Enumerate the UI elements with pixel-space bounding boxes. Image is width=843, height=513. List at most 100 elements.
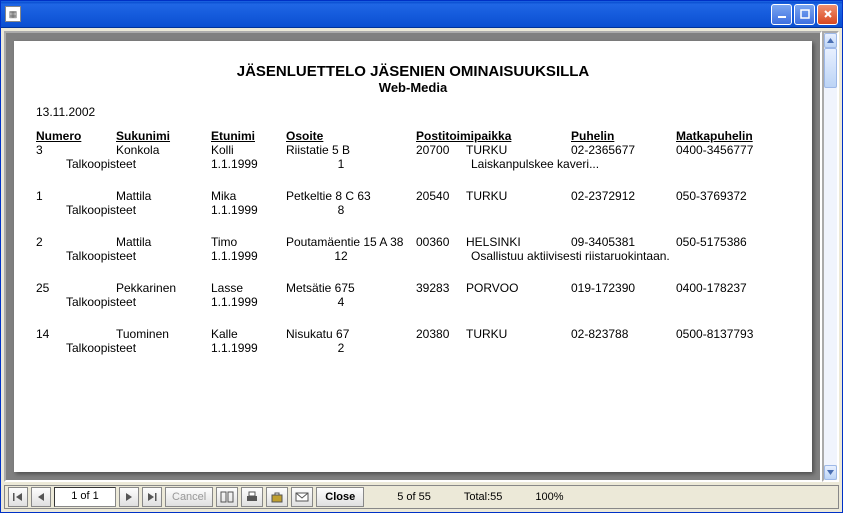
report-entry: 25PekkarinenLasseMetsätie 67539283PORVOO… — [36, 281, 790, 309]
cell-note: Laiskanpulskee kaveri... — [471, 157, 790, 171]
cell-city: TURKU — [466, 189, 571, 203]
cell-talkoo-value: 1 — [326, 157, 356, 171]
cell-note — [471, 341, 790, 355]
cell-osoite: Nisukatu 67 — [286, 327, 416, 341]
cell-talkoo-value: 8 — [326, 203, 356, 217]
entry-main-row: 2MattilaTimoPoutamäentie 15 A 3800360HEL… — [36, 235, 790, 249]
client-area: JÄSENLUETTELO JÄSENIEN OMINAISUUKSILLA W… — [1, 28, 842, 512]
cell-numero: 14 — [36, 327, 116, 341]
total-count: Total:55 — [464, 491, 503, 503]
cell-etunimi: Kalle — [211, 327, 286, 341]
maximize-button[interactable] — [794, 4, 815, 25]
print-button[interactable] — [241, 487, 263, 507]
cell-talkoo-value: 4 — [326, 295, 356, 309]
cell-sukunimi: Mattila — [116, 235, 211, 249]
scroll-down-button[interactable] — [824, 465, 837, 480]
cell-city: TURKU — [466, 143, 571, 157]
entry-sub-row: Talkoopisteet1.1.19992 — [36, 341, 790, 355]
col-etunimi: Etunimi — [211, 129, 286, 143]
cell-etunimi: Kolli — [211, 143, 286, 157]
cell-sukunimi: Konkola — [116, 143, 211, 157]
col-matkapuhelin: Matkapuhelin — [676, 129, 786, 143]
label-talkoopisteet: Talkoopisteet — [66, 341, 211, 355]
record-position: 5 of 55 — [397, 491, 431, 503]
cell-etunimi: Timo — [211, 235, 286, 249]
vertical-scrollbar[interactable] — [822, 31, 839, 482]
label-talkoopisteet: Talkoopisteet — [66, 203, 211, 217]
cell-osoite: Poutamäentie 15 A 38 — [286, 235, 416, 249]
prev-page-button[interactable] — [31, 487, 51, 507]
report-entry: 14TuominenKalleNisukatu 6720380TURKU02-8… — [36, 327, 790, 355]
close-window-button[interactable] — [817, 4, 838, 25]
report-frame: JÄSENLUETTELO JÄSENIEN OMINAISUUKSILLA W… — [4, 31, 822, 482]
cell-numero: 2 — [36, 235, 116, 249]
cell-matkapuhelin: 0400-178237 — [676, 281, 786, 295]
cell-puhelin: 019-172390 — [571, 281, 676, 295]
report-date: 13.11.2002 — [36, 105, 790, 119]
col-osoite: Osoite — [286, 129, 416, 143]
first-page-button[interactable] — [8, 487, 28, 507]
report-page: JÄSENLUETTELO JÄSENIEN OMINAISUUKSILLA W… — [14, 41, 812, 472]
cell-numero: 1 — [36, 189, 116, 203]
col-postitoimipaikka: Postitoimipaikka — [416, 129, 571, 143]
cell-matkapuhelin: 0400-3456777 — [676, 143, 786, 157]
printer-icon — [245, 491, 259, 503]
cancel-button[interactable]: Cancel — [165, 487, 213, 507]
report-entry: 1MattilaMikaPetkeltie 8 C 6320540TURKU02… — [36, 189, 790, 217]
cell-osoite: Metsätie 675 — [286, 281, 416, 295]
label-talkoopisteet: Talkoopisteet — [66, 249, 211, 263]
cell-matkapuhelin: 050-3769372 — [676, 189, 786, 203]
cell-numero: 3 — [36, 143, 116, 157]
cell-zip: 20540 — [416, 189, 466, 203]
close-button[interactable]: Close — [316, 487, 364, 507]
mail-button[interactable] — [291, 487, 313, 507]
titlebar: ▦ — [1, 1, 842, 28]
last-page-button[interactable] — [142, 487, 162, 507]
next-page-button[interactable] — [119, 487, 139, 507]
col-puhelin: Puhelin — [571, 129, 676, 143]
cell-city: TURKU — [466, 327, 571, 341]
minimize-button[interactable] — [771, 4, 792, 25]
cell-sukunimi: Pekkarinen — [116, 281, 211, 295]
cell-etunimi: Lasse — [211, 281, 286, 295]
cell-talkoo-date: 1.1.1999 — [211, 341, 326, 355]
column-headers: Numero Sukunimi Etunimi Osoite Postitoim… — [36, 129, 790, 143]
cell-puhelin: 02-823788 — [571, 327, 676, 341]
export-button[interactable] — [266, 487, 288, 507]
report-viewer: JÄSENLUETTELO JÄSENIEN OMINAISUUKSILLA W… — [4, 31, 839, 482]
entry-sub-row: Talkoopisteet1.1.19994 — [36, 295, 790, 309]
zoom-fit-button[interactable] — [216, 487, 238, 507]
cell-sukunimi: Tuominen — [116, 327, 211, 341]
fit-icon — [220, 491, 234, 503]
page-indicator[interactable]: 1 of 1 — [54, 487, 116, 507]
cell-zip: 00360 — [416, 235, 466, 249]
cell-puhelin: 02-2372912 — [571, 189, 676, 203]
cell-zip: 20700 — [416, 143, 466, 157]
cell-city: HELSINKI — [466, 235, 571, 249]
app-window: ▦ JÄSENLUETTELO JÄSENIEN OMINAISUUKSILLA… — [0, 0, 843, 513]
cell-osoite: Petkeltie 8 C 63 — [286, 189, 416, 203]
cell-note — [471, 295, 790, 309]
scroll-thumb[interactable] — [824, 48, 837, 88]
cell-note — [471, 203, 790, 217]
entry-sub-row: Talkoopisteet1.1.199912Osallistuu aktiiv… — [36, 249, 790, 263]
cell-talkoo-value: 12 — [326, 249, 356, 263]
scroll-track[interactable] — [824, 48, 837, 465]
briefcase-icon — [270, 491, 284, 503]
toolbar: 1 of 1 Cancel Close 5 of 55 Total:55 — [4, 485, 839, 509]
report-subtitle: Web-Media — [36, 80, 790, 95]
cell-talkoo-value: 2 — [326, 341, 356, 355]
label-talkoopisteet: Talkoopisteet — [66, 157, 211, 171]
window-buttons — [771, 4, 838, 25]
cell-zip: 39283 — [416, 281, 466, 295]
cell-matkapuhelin: 0500-8137793 — [676, 327, 786, 341]
cell-talkoo-date: 1.1.1999 — [211, 295, 326, 309]
report-rows: 3KonkolaKolliRiistatie 5 B20700TURKU02-2… — [36, 143, 790, 355]
cell-talkoo-date: 1.1.1999 — [211, 249, 326, 263]
entry-main-row: 14TuominenKalleNisukatu 6720380TURKU02-8… — [36, 327, 790, 341]
cell-matkapuhelin: 050-5175386 — [676, 235, 786, 249]
scroll-up-button[interactable] — [824, 33, 837, 48]
entry-main-row: 3KonkolaKolliRiistatie 5 B20700TURKU02-2… — [36, 143, 790, 157]
report-title: JÄSENLUETTELO JÄSENIEN OMINAISUUKSILLA — [36, 63, 790, 80]
entry-main-row: 25PekkarinenLasseMetsätie 67539283PORVOO… — [36, 281, 790, 295]
